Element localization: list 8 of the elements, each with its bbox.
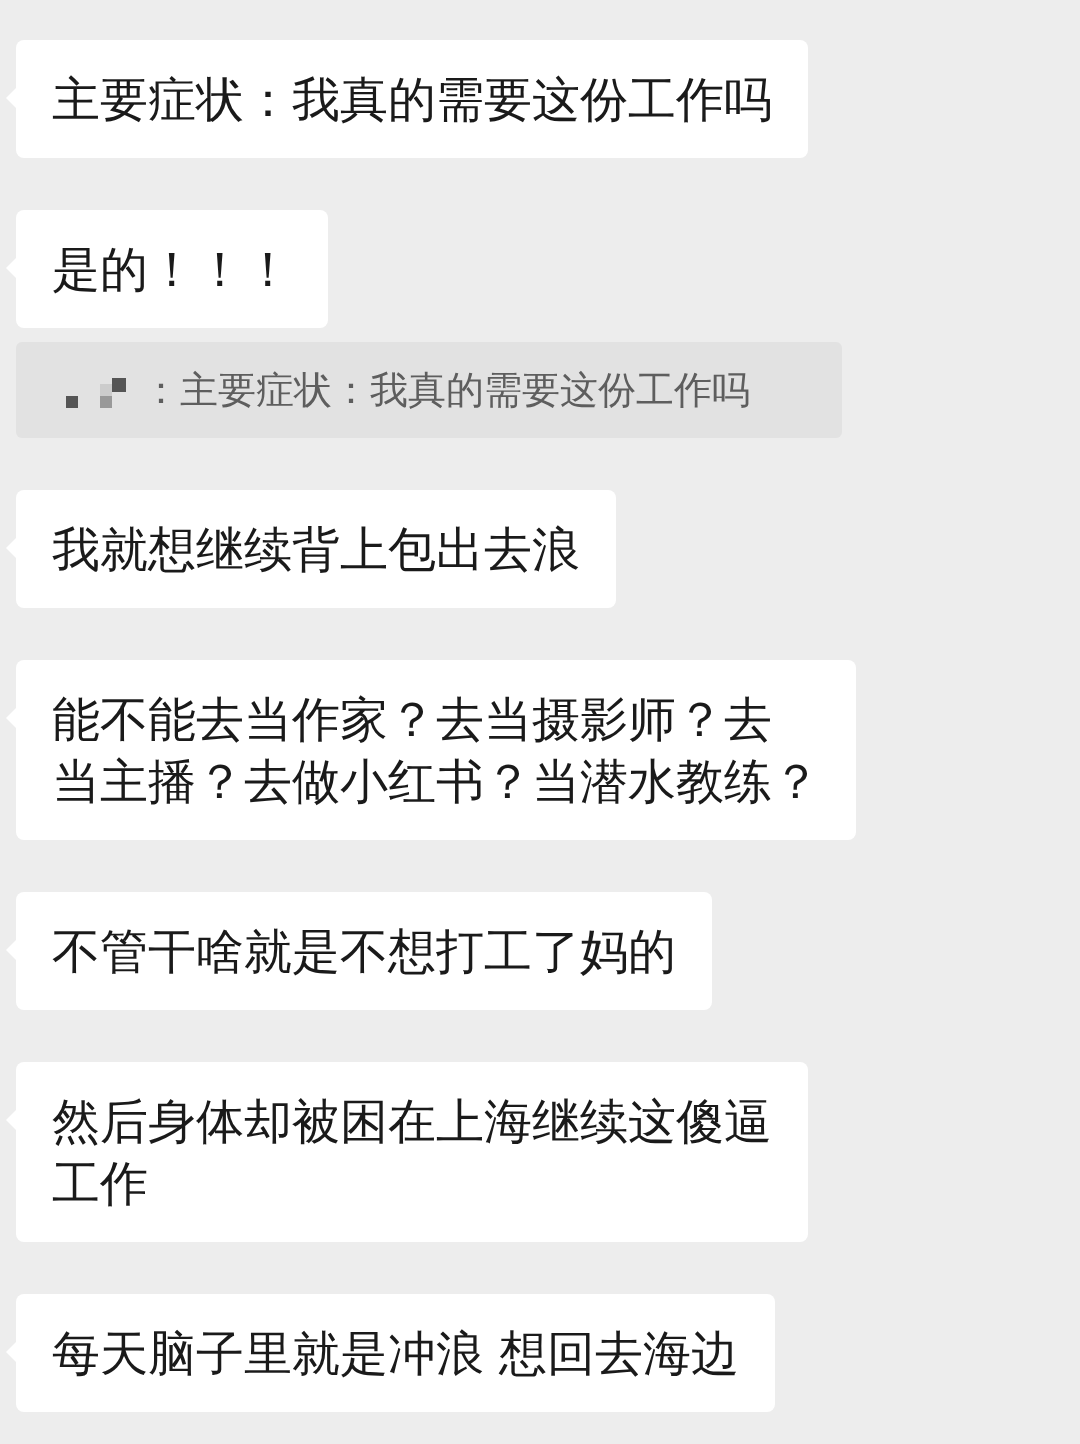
message-text: 主要症状：我真的需要这份工作吗: [52, 70, 772, 129]
message-text: 能不能去当作家？去当摄影师？去 当主播？去做小红书？当潜水教练？: [52, 690, 820, 811]
message-text: 每天脑子里就是冲浪 想回去海边: [52, 1324, 740, 1383]
message-text: 是的！！！: [52, 240, 292, 299]
message-text: 我就想继续背上包出去浪: [52, 520, 580, 579]
quote-text: ：主要症状：我真的需要这份工作吗: [142, 367, 750, 414]
message-text: 然后身体却被困在上海继续这傻逼 工作: [52, 1092, 772, 1213]
message-text: 不管干啥就是不想打工了妈的: [52, 922, 676, 981]
